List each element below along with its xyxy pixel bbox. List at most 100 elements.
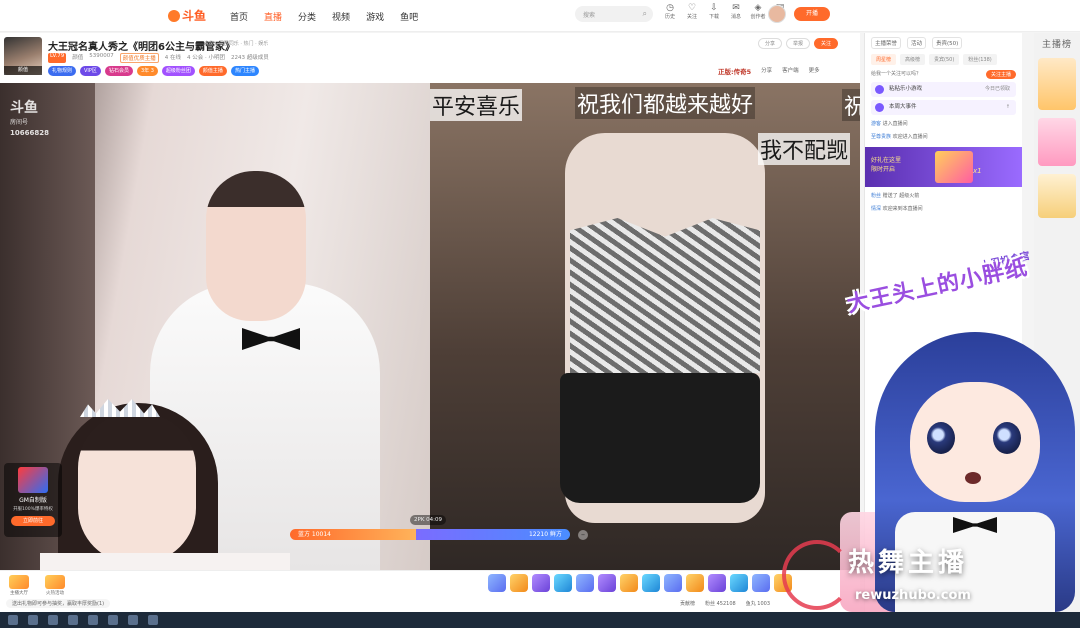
gift-item[interactable]	[752, 574, 770, 592]
promo-banner[interactable]: 好礼在这里 限时开启 x1	[865, 147, 1022, 187]
gift-notice[interactable]: 送出礼物即可参与抽奖，赢取丰厚奖励(1)	[6, 599, 111, 608]
start-icon[interactable]	[8, 615, 18, 625]
gm-card-button[interactable]: 立即前往	[11, 516, 55, 526]
tab-activity[interactable]: 活动	[907, 37, 927, 49]
tab-weekly-rank[interactable]: 周星榜	[871, 54, 897, 65]
rail-title: 主播榜	[1041, 40, 1072, 50]
app-icon[interactable]	[108, 615, 118, 625]
rail-card-recommend[interactable]	[1038, 118, 1076, 166]
pk-right-score: 12210 鲜方	[416, 529, 570, 540]
room-badge[interactable]: 礼物规则	[48, 66, 77, 76]
search-icon[interactable]: ⌕	[643, 9, 647, 19]
taskbar-icons	[8, 615, 158, 625]
host-hall-button[interactable]: 主播大厅	[6, 575, 32, 596]
user-avatar[interactable]	[768, 5, 786, 23]
tab-vip[interactable]: 贵宾(50)	[932, 37, 963, 49]
nav-home[interactable]: 首页	[230, 10, 248, 23]
host-hall-icon	[9, 575, 29, 589]
app-icon[interactable]	[88, 615, 98, 625]
subtitle-1: 平安喜乐	[430, 89, 523, 121]
room-badge[interactable]: 颜值主播	[198, 66, 227, 76]
rail-card-weekly[interactable]	[1038, 58, 1076, 110]
rank-tabs: 周星榜 高级榜 贵宾(50) 粉丝(138)	[865, 51, 1022, 68]
room-badge[interactable]: 超级粉丝团	[161, 66, 195, 76]
princess-shirt	[40, 553, 290, 570]
gift-item[interactable]	[620, 574, 638, 592]
start-stream-button[interactable]: 开播	[794, 7, 830, 21]
more-link[interactable]: 更多	[809, 66, 820, 76]
banner-multiplier: x1	[973, 167, 982, 175]
contribution-link[interactable]: 贡献榜	[680, 600, 695, 607]
host-level-badge: LV.79	[48, 53, 67, 63]
room-badge[interactable]: 热门主播	[230, 66, 259, 76]
nav-video[interactable]: 视频	[332, 10, 350, 23]
follow-icon[interactable]: ♡ 关注	[684, 4, 700, 22]
pk-timer: 2PK 04:09	[410, 515, 447, 525]
app-icon[interactable]	[68, 615, 78, 625]
gift-item[interactable]	[642, 574, 660, 592]
brand-logo-icon	[782, 540, 852, 610]
task-icon[interactable]: ◈ 创作者	[750, 4, 766, 22]
search-input[interactable]: 搜索 ⌕	[575, 6, 653, 22]
header-buttons: 分享 举报 关注	[758, 38, 839, 49]
gift-list	[488, 574, 792, 592]
tab-fan-rank[interactable]: 粉丝(138)	[963, 54, 997, 65]
share-button[interactable]: 分享	[758, 38, 783, 49]
nav-game[interactable]: 游戏	[366, 10, 384, 23]
app-icon[interactable]	[28, 615, 38, 625]
gm-game-card[interactable]: GM自制版 开服100%爆率特权 立即前往	[4, 463, 62, 537]
gm-game-image	[18, 467, 48, 493]
quality-host-tag: 颜值优质主播	[119, 53, 159, 63]
rail-card-fans[interactable]	[1038, 174, 1076, 218]
report-button[interactable]: 举报	[786, 38, 811, 49]
room-badge[interactable]: VIP区	[80, 66, 101, 76]
gift-item[interactable]	[488, 574, 506, 592]
app-icon[interactable]	[128, 615, 138, 625]
gift-item[interactable]	[510, 574, 528, 592]
nav-category[interactable]: 分类	[298, 10, 316, 23]
guild-info[interactable]: 4 公会 · 小明团	[187, 53, 225, 63]
gift-item[interactable]	[730, 574, 748, 592]
douyu-logo[interactable]: 斗鱼	[168, 7, 206, 23]
game-ad-link[interactable]: 正版:传奇5	[718, 66, 751, 76]
pk-progress-bar: 蓝方 10014 12210 鲜方	[290, 529, 570, 540]
tab-high-rank[interactable]: 高级榜	[900, 54, 926, 65]
gift-item[interactable]	[686, 574, 704, 592]
client-link[interactable]: 客户端	[782, 66, 799, 76]
collapse-icon[interactable]: –	[578, 530, 588, 540]
gift-item[interactable]	[576, 574, 594, 592]
search-placeholder: 搜索	[583, 12, 596, 19]
tab-host-honor[interactable]: 主播荣誉	[871, 37, 902, 49]
mini-game-card[interactable]: 粘粘乐小游戏 今日已领取	[871, 82, 1016, 97]
video-player[interactable]: 斗鱼 房间号 10666828 平安喜乐 祝我们都越来越好 我不配觊 祝 GM自制版…	[0, 83, 860, 570]
dancer-shorts	[560, 373, 760, 503]
room-badge[interactable]: 3年 3	[136, 66, 158, 76]
app-icon[interactable]	[148, 615, 158, 625]
room-badges: 礼物规则 VIP区 钻石会员 3年 3 超级粉丝团 颜值主播 热门主播	[48, 66, 259, 76]
message-icon[interactable]: ✉ 消息	[728, 4, 744, 22]
nav-fishbar[interactable]: 鱼吧	[400, 10, 418, 23]
room-badge[interactable]: 钻石会员	[104, 66, 133, 76]
gift-item[interactable]	[664, 574, 682, 592]
history-icon[interactable]: ◷ 历史	[662, 4, 678, 22]
gift-item[interactable]	[532, 574, 550, 592]
gift-item[interactable]	[554, 574, 572, 592]
weekly-event-card[interactable]: 本周大事件 ↑	[871, 100, 1016, 115]
logo-text: 斗鱼	[182, 9, 207, 23]
download-icon[interactable]: ⇩ 下载	[706, 4, 722, 22]
online-count: 4 在线	[164, 55, 182, 61]
follow-host-button[interactable]: 关注主播	[985, 70, 1016, 79]
activity-button[interactable]: 火热活动	[42, 575, 68, 596]
gift-item[interactable]	[598, 574, 616, 592]
gift-item[interactable]	[708, 574, 726, 592]
room-category[interactable]: 颜值	[72, 53, 83, 63]
sidebar-tabs: 主播荣誉 活动 贵宾(50)	[865, 33, 1022, 51]
nav-live[interactable]: 直播	[264, 10, 282, 23]
follow-button[interactable]: 关注	[814, 38, 839, 49]
tab-vip-rank[interactable]: 贵宾(50)	[929, 54, 960, 65]
vtuber-eye-left	[927, 422, 955, 454]
share-link[interactable]: 分享	[761, 66, 772, 76]
activity-icon	[45, 575, 65, 589]
app-icon[interactable]	[48, 615, 58, 625]
host-avatar[interactable]: 颜值	[4, 37, 42, 75]
